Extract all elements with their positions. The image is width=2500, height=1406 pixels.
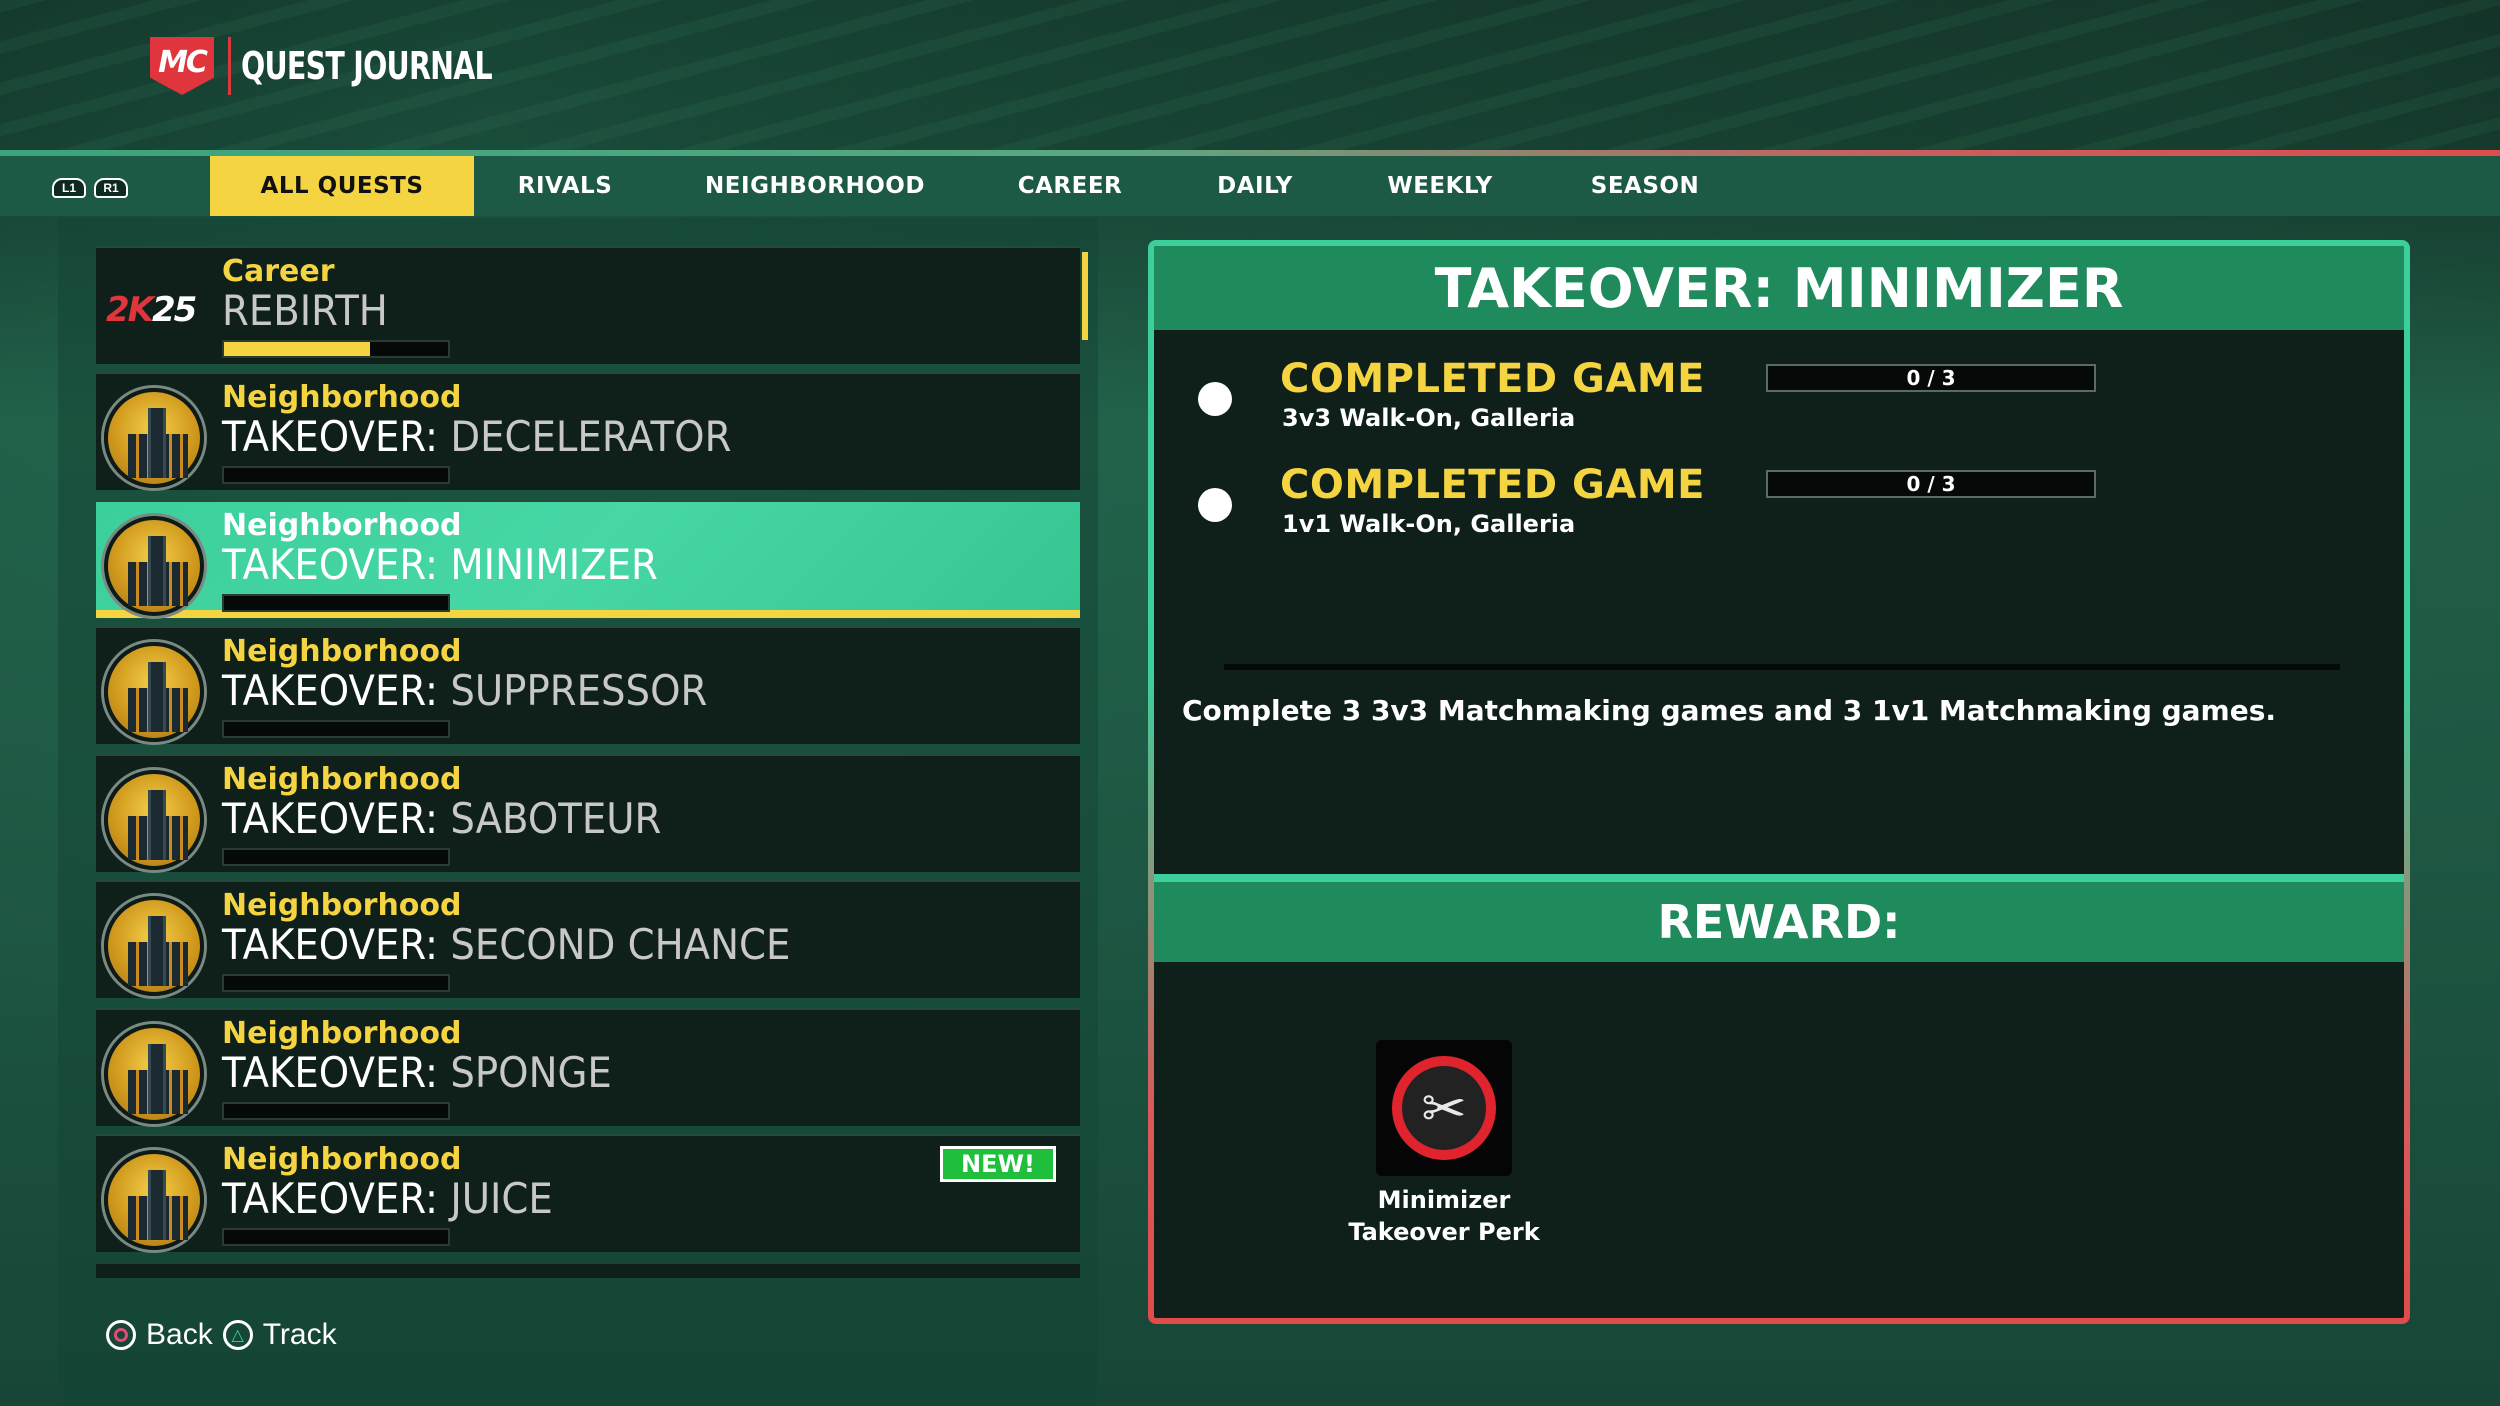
city-tower-icon (104, 770, 204, 870)
tab-all-quests[interactable]: ALL QUESTS (210, 156, 474, 216)
quest-category: Neighborhood (222, 1142, 462, 1177)
r1-button-icon[interactable]: R1 (94, 178, 128, 198)
quest-progress-bar (222, 848, 450, 866)
back-label[interactable]: Back (146, 1318, 213, 1352)
quest-category: Neighborhood (222, 762, 462, 797)
quest-category: Neighborhood (222, 888, 462, 923)
reward-divider (1154, 874, 2404, 882)
city-tower-icon (104, 516, 204, 616)
quest-category: Career (222, 254, 335, 289)
city-tower-icon (104, 1150, 204, 1250)
list-scrollbar[interactable] (1082, 252, 1088, 340)
objective-title: COMPLETED GAME (1280, 356, 1705, 402)
tab-daily[interactable]: DAILY (1190, 156, 1320, 216)
tab-season[interactable]: SEASON (1560, 156, 1730, 216)
quest-name: TAKEOVER: SABOTEUR (222, 794, 662, 843)
objective-item: COMPLETED GAME 1v1 Walk-On, Galleria 0 /… (1154, 462, 2404, 552)
track-label[interactable]: Track (263, 1318, 337, 1352)
l1-button-icon[interactable]: L1 (52, 178, 86, 198)
quest-list-item[interactable]: Neighborhood TAKEOVER: SUPPRESSOR (96, 626, 1080, 744)
quest-list-item[interactable]: Neighborhood TAKEOVER: MINIMIZER (96, 500, 1080, 618)
quest-progress-bar (222, 1102, 450, 1120)
quest-list-item[interactable]: Neighborhood TAKEOVER: DECELERATOR (96, 372, 1080, 490)
circle-button-icon[interactable] (106, 1320, 136, 1350)
objective-status-icon (1198, 382, 1232, 416)
2k25-logo: 2K25 (106, 290, 197, 330)
detail-title: TAKEOVER: MINIMIZER (1154, 246, 2404, 330)
app-header: MC QUEST JOURNAL (150, 36, 576, 96)
bumper-hints: L1 R1 (52, 178, 128, 198)
reward-icon-frame: ✂ (1376, 1040, 1512, 1176)
tab-rivals[interactable]: RIVALS (490, 156, 640, 216)
footer-hints: Back △ Track (106, 1318, 337, 1352)
quest-name: REBIRTH (222, 286, 388, 335)
new-badge: NEW! (940, 1146, 1056, 1182)
quest-list-item[interactable]: Neighborhood TAKEOVER: JUICE NEW! (96, 1134, 1080, 1252)
quest-progress-bar (222, 340, 450, 358)
quest-list-item[interactable]: 2K25 Career REBIRTH (96, 246, 1080, 364)
quest-name: TAKEOVER: MINIMIZER (222, 540, 658, 589)
objective-progress: 0 / 3 (1766, 364, 2096, 392)
triangle-button-icon[interactable]: △ (222, 1320, 253, 1350)
quest-list-item[interactable]: Neighborhood TAKEOVER: SECOND CHANCE (96, 880, 1080, 998)
tab-neighborhood[interactable]: NEIGHBORHOOD (680, 156, 950, 216)
quest-category: Neighborhood (222, 634, 462, 669)
list-item-partial (96, 1264, 1080, 1278)
quest-progress-bar (222, 466, 450, 484)
quest-description: Complete 3 3v3 Matchmaking games and 3 1… (1182, 694, 2277, 727)
objective-status-icon (1198, 488, 1232, 522)
detail-divider (1224, 664, 2340, 670)
quest-list-item[interactable]: Neighborhood TAKEOVER: SPONGE (96, 1008, 1080, 1126)
quest-name: TAKEOVER: JUICE (222, 1174, 553, 1223)
city-tower-icon (104, 1024, 204, 1124)
reward-heading: REWARD: (1154, 882, 2404, 962)
quest-name: TAKEOVER: SECOND CHANCE (222, 920, 791, 969)
tab-career[interactable]: CAREER (990, 156, 1150, 216)
city-tower-icon (104, 896, 204, 996)
objective-item: COMPLETED GAME 3v3 Walk-On, Galleria 0 /… (1154, 356, 2404, 446)
objective-progress: 0 / 3 (1766, 470, 2096, 498)
scissors-icon: ✂ (1392, 1056, 1496, 1160)
page-title: QUEST JOURNAL (241, 44, 493, 88)
quest-progress-bar (222, 974, 450, 992)
mc-logo: MC (150, 37, 214, 95)
city-tower-icon (104, 642, 204, 742)
city-tower-icon (104, 388, 204, 488)
quest-name: TAKEOVER: SPONGE (222, 1048, 612, 1097)
quest-name: TAKEOVER: DECELERATOR (222, 412, 732, 461)
quest-progress-bar (222, 720, 450, 738)
quest-progress-bar (222, 1228, 450, 1246)
quest-detail-panel: TAKEOVER: MINIMIZER COMPLETED GAME 3v3 W… (1148, 240, 2410, 1324)
objective-subtitle: 3v3 Walk-On, Galleria (1282, 404, 1576, 432)
quest-list-item[interactable]: Neighborhood TAKEOVER: SABOTEUR (96, 754, 1080, 872)
quest-name: TAKEOVER: SUPPRESSOR (222, 666, 708, 715)
quest-progress-bar (222, 594, 450, 612)
tab-weekly[interactable]: WEEKLY (1360, 156, 1520, 216)
reward-label: Minimizer Takeover Perk (1348, 1186, 1540, 1246)
logo-divider (228, 37, 231, 95)
quest-category: Neighborhood (222, 508, 462, 543)
quest-category: Neighborhood (222, 380, 462, 415)
objective-title: COMPLETED GAME (1280, 462, 1705, 508)
quest-category: Neighborhood (222, 1016, 462, 1051)
objective-subtitle: 1v1 Walk-On, Galleria (1282, 510, 1576, 538)
reward-item[interactable]: ✂ Minimizer Takeover Perk (1314, 1040, 1574, 1248)
